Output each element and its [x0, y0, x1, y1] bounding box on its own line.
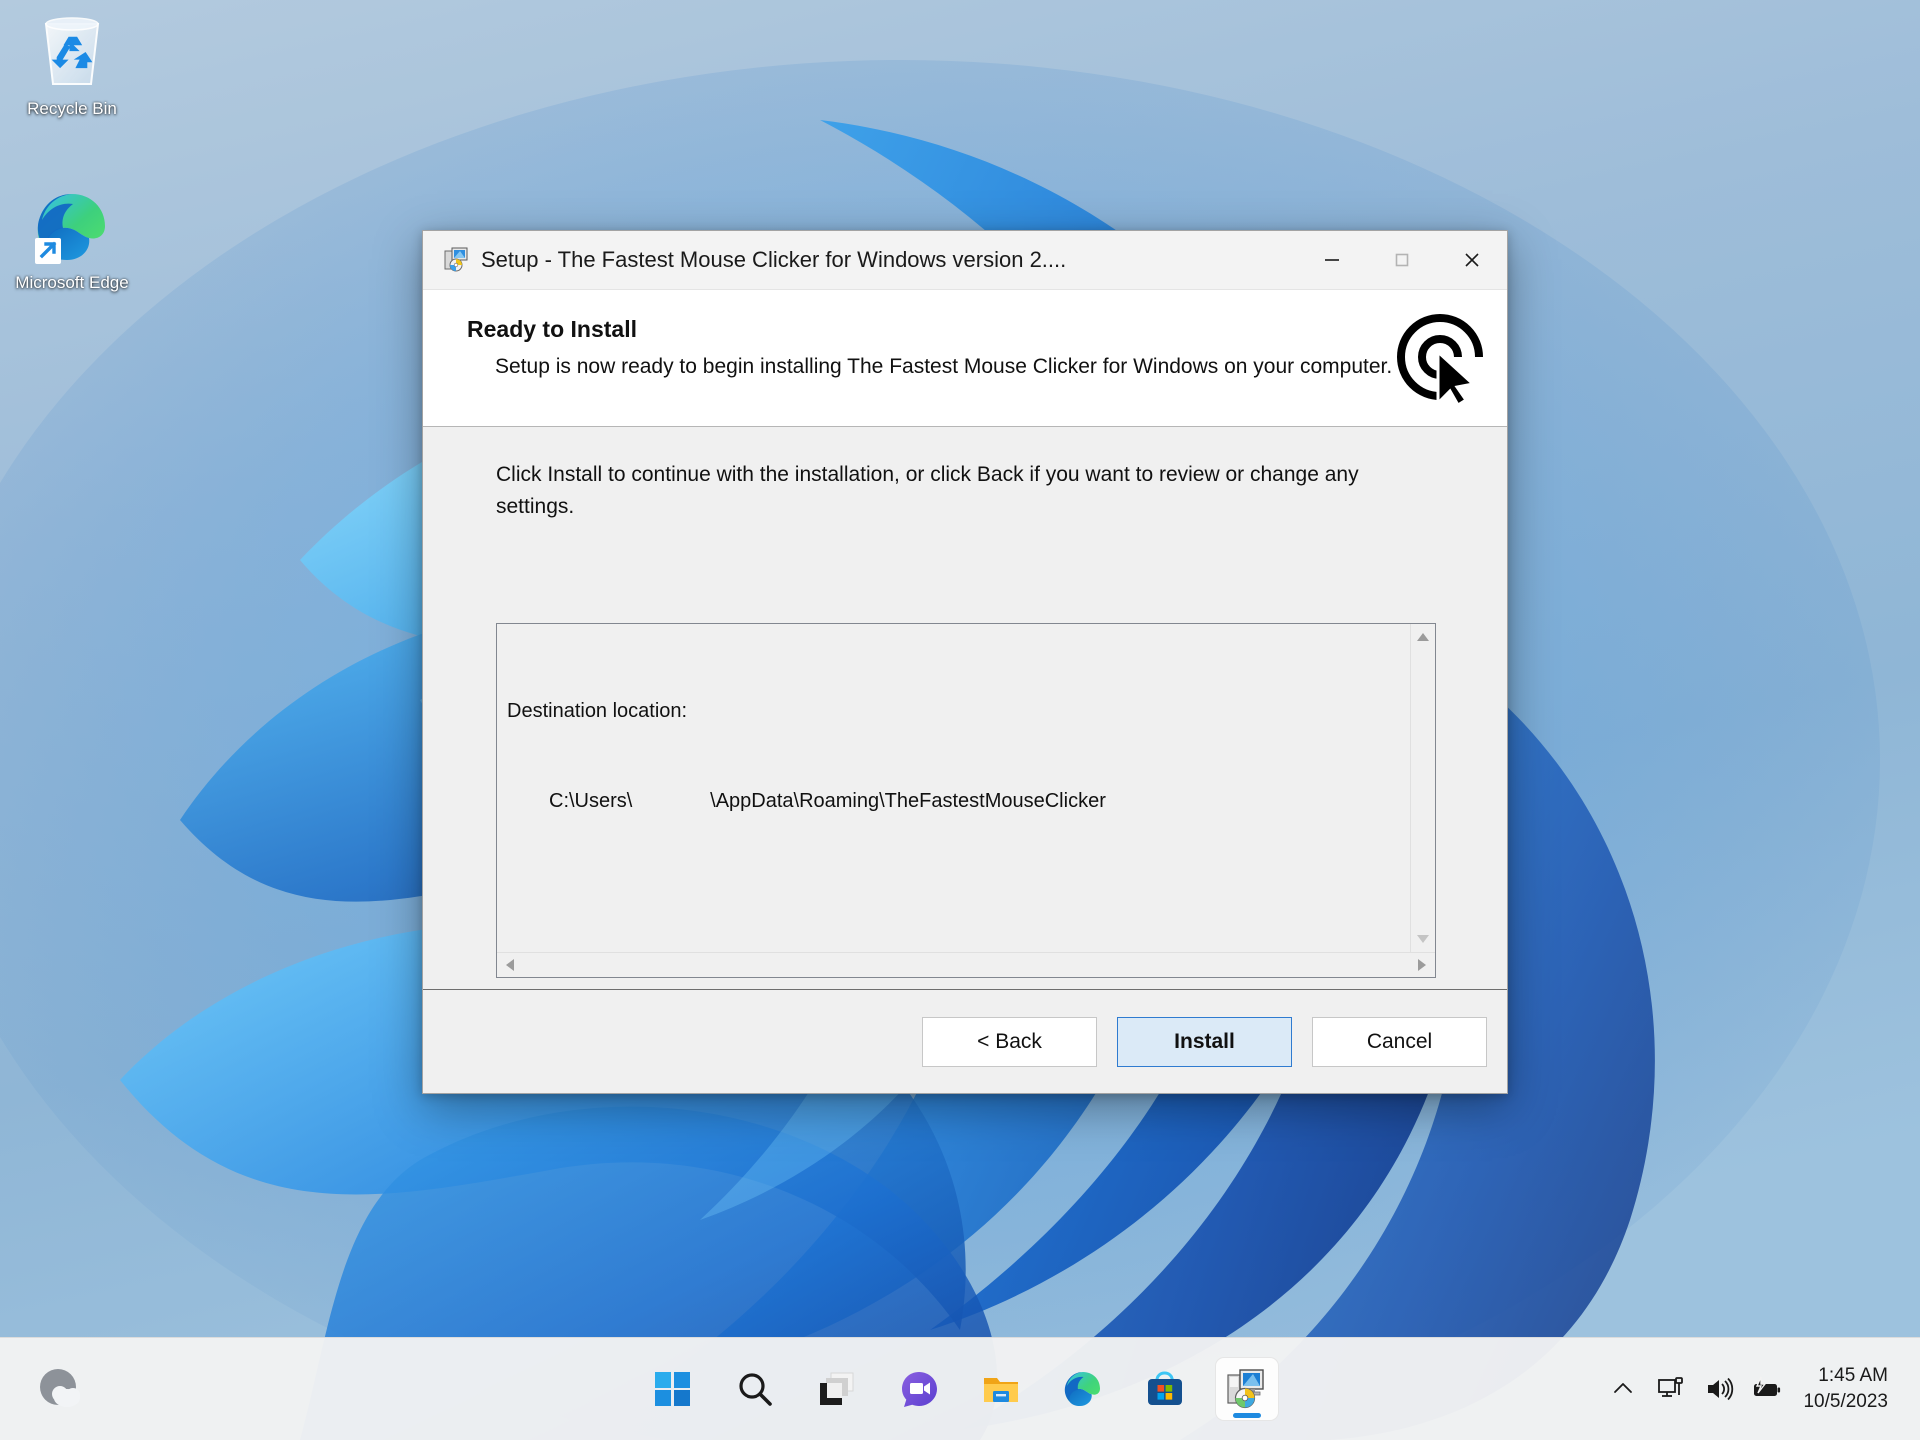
recycle-bin-icon	[10, 14, 134, 92]
scroll-down-arrow-icon[interactable]	[1414, 930, 1432, 948]
cancel-button[interactable]: Cancel	[1312, 1016, 1487, 1067]
install-details-box[interactable]: Destination location: C:\Users\ \AppData…	[496, 623, 1436, 978]
chat-icon	[902, 1372, 937, 1407]
microsoft-store-icon	[1148, 1371, 1182, 1405]
desktop-icon-microsoft-edge[interactable]: Microsoft Edge	[10, 188, 134, 294]
taskbar[interactable]: 1:45 AM 10/5/2023	[0, 1337, 1920, 1440]
desktop[interactable]: Recycle Bin Microsoft Edge Setup - The F…	[0, 0, 1920, 1440]
install-button[interactable]: Install	[1117, 1016, 1292, 1067]
page-description: Setup is now ready to begin installing T…	[495, 355, 1393, 378]
scroll-right-arrow-icon[interactable]	[1413, 956, 1431, 974]
setup-installer-icon	[443, 247, 469, 273]
microsoft-edge-icon	[1064, 1372, 1100, 1406]
taskbar-start-button[interactable]	[642, 1358, 704, 1420]
volume-button[interactable]	[1697, 1363, 1741, 1415]
chevron-up-icon	[1614, 1383, 1633, 1393]
scroll-left-arrow-icon[interactable]	[501, 956, 519, 974]
install-details-text: Destination location: C:\Users\ \AppData…	[497, 624, 1410, 952]
desktop-icon-recycle-bin[interactable]: Recycle Bin	[10, 14, 134, 120]
detail-spacer	[507, 876, 1400, 900]
setup-window-title: Setup - The Fastest Mouse Clicker for Wi…	[481, 247, 1067, 272]
page-title: Ready to Install	[467, 316, 637, 342]
taskbar-task-view-button[interactable]	[806, 1358, 868, 1420]
install-instructions: Click Install to continue with the insta…	[496, 463, 1359, 518]
taskbar-system-tray: 1:45 AM 10/5/2023	[1601, 1359, 1902, 1419]
details-vertical-scrollbar[interactable]	[1410, 624, 1435, 952]
close-icon	[1465, 253, 1479, 267]
setup-body: Click Install to continue with the insta…	[423, 427, 1507, 989]
weather-cloudy-icon	[40, 1369, 80, 1407]
microsoft-edge-icon	[10, 188, 134, 266]
file-explorer-icon	[984, 1378, 1018, 1402]
windows-start-icon	[655, 1372, 690, 1406]
taskbar-clock[interactable]: 1:45 AM 10/5/2023	[1793, 1359, 1902, 1419]
taskbar-setup-button[interactable]	[1216, 1358, 1278, 1420]
detail-value-destination: C:\Users\ \AppData\Roaming\TheFastestMou…	[549, 790, 1106, 812]
taskbar-chat-button[interactable]	[888, 1358, 950, 1420]
taskbar-microsoft-store-button[interactable]	[1134, 1358, 1196, 1420]
weather-widget[interactable]	[32, 1360, 90, 1418]
network-button[interactable]	[1649, 1363, 1693, 1415]
taskbar-microsoft-edge-button[interactable]	[1052, 1358, 1114, 1420]
close-button[interactable]	[1437, 232, 1507, 289]
detail-label-destination: Destination location:	[507, 700, 688, 722]
back-button[interactable]: < Back	[922, 1016, 1097, 1067]
details-horizontal-scrollbar[interactable]	[497, 952, 1435, 977]
taskbar-file-explorer-button[interactable]	[970, 1358, 1032, 1420]
setup-footer: < Back Install Cancel	[423, 989, 1507, 1093]
taskbar-search-button[interactable]	[724, 1358, 786, 1420]
desktop-icon-label: Recycle Bin	[27, 99, 117, 118]
show-hidden-icons-button[interactable]	[1601, 1363, 1645, 1415]
clock-date: 10/5/2023	[1803, 1391, 1888, 1412]
search-icon	[739, 1373, 772, 1406]
battery-charging-icon	[1754, 1376, 1781, 1396]
setup-header-band: Ready to Install Setup is now ready to b…	[423, 290, 1507, 427]
maximize-button[interactable]	[1367, 232, 1437, 289]
taskbar-center-group	[642, 1358, 1278, 1420]
volume-icon	[1708, 1377, 1734, 1401]
maximize-icon	[1395, 253, 1409, 267]
network-icon	[1658, 1377, 1684, 1397]
setup-dialog-window[interactable]: Setup - The Fastest Mouse Clicker for Wi…	[422, 230, 1508, 1094]
desktop-icon-label: Microsoft Edge	[15, 273, 129, 292]
setup-installer-icon	[1227, 1369, 1264, 1409]
minimize-icon	[1325, 259, 1339, 261]
setup-titlebar[interactable]: Setup - The Fastest Mouse Clicker for Wi…	[423, 231, 1507, 290]
scroll-up-arrow-icon[interactable]	[1414, 628, 1432, 646]
mouse-click-target-icon	[1391, 308, 1489, 408]
battery-button[interactable]	[1745, 1363, 1789, 1415]
minimize-button[interactable]	[1297, 232, 1367, 289]
task-view-icon	[820, 1372, 854, 1405]
clock-time: 1:45 AM	[1818, 1365, 1888, 1386]
